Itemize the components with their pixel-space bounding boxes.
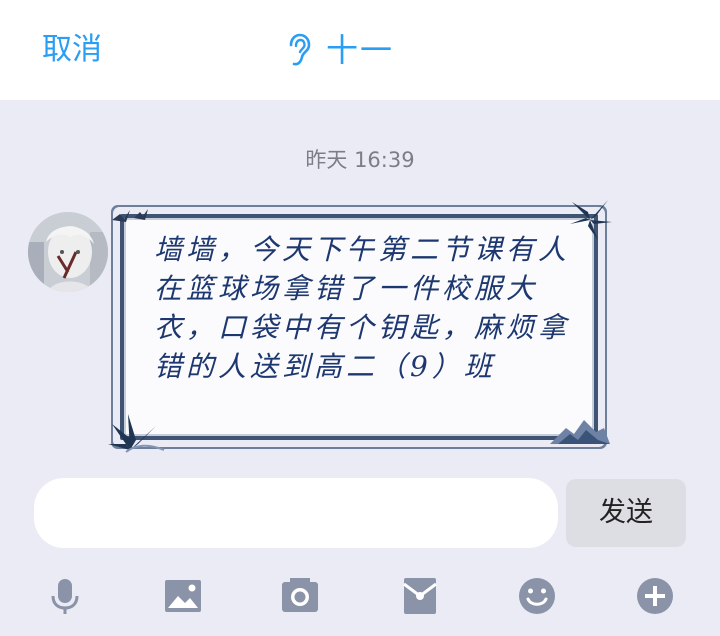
avatar-image <box>28 212 108 292</box>
chat-title-group[interactable]: 十一 <box>286 28 394 72</box>
chat-title: 十一 <box>326 31 395 69</box>
image-icon[interactable] <box>163 576 203 616</box>
message-text: 墙墙，今天下午第二节课有人在篮球场拿错了一件校服大衣，口袋中有个钥匙，麻烦拿错的… <box>154 233 571 383</box>
mountain-decoration-icon <box>550 420 610 444</box>
cancel-button[interactable]: 取消 <box>42 28 102 72</box>
ear-icon <box>289 33 311 66</box>
message-timestamp: 昨天 16:39 <box>305 148 415 172</box>
microphone-icon[interactable] <box>45 576 85 616</box>
plant-decoration-icon <box>108 414 165 453</box>
bamboo-leaves-icon <box>570 200 612 240</box>
message-bubble[interactable]: 墙墙，今天下午第二节课有人在篮球场拿错了一件校服大衣，口袋中有个钥匙，麻烦拿错的… <box>108 200 612 453</box>
emoji-icon[interactable] <box>517 576 557 616</box>
message-input[interactable] <box>34 478 558 548</box>
birds-icon <box>112 209 148 222</box>
plus-icon[interactable] <box>635 576 675 616</box>
avatar[interactable] <box>28 212 108 292</box>
red-packet-icon[interactable] <box>400 576 440 616</box>
camera-icon[interactable] <box>280 576 320 616</box>
send-button[interactable]: 发送 <box>566 479 686 547</box>
header-bar: 取消 十一 <box>0 0 720 100</box>
